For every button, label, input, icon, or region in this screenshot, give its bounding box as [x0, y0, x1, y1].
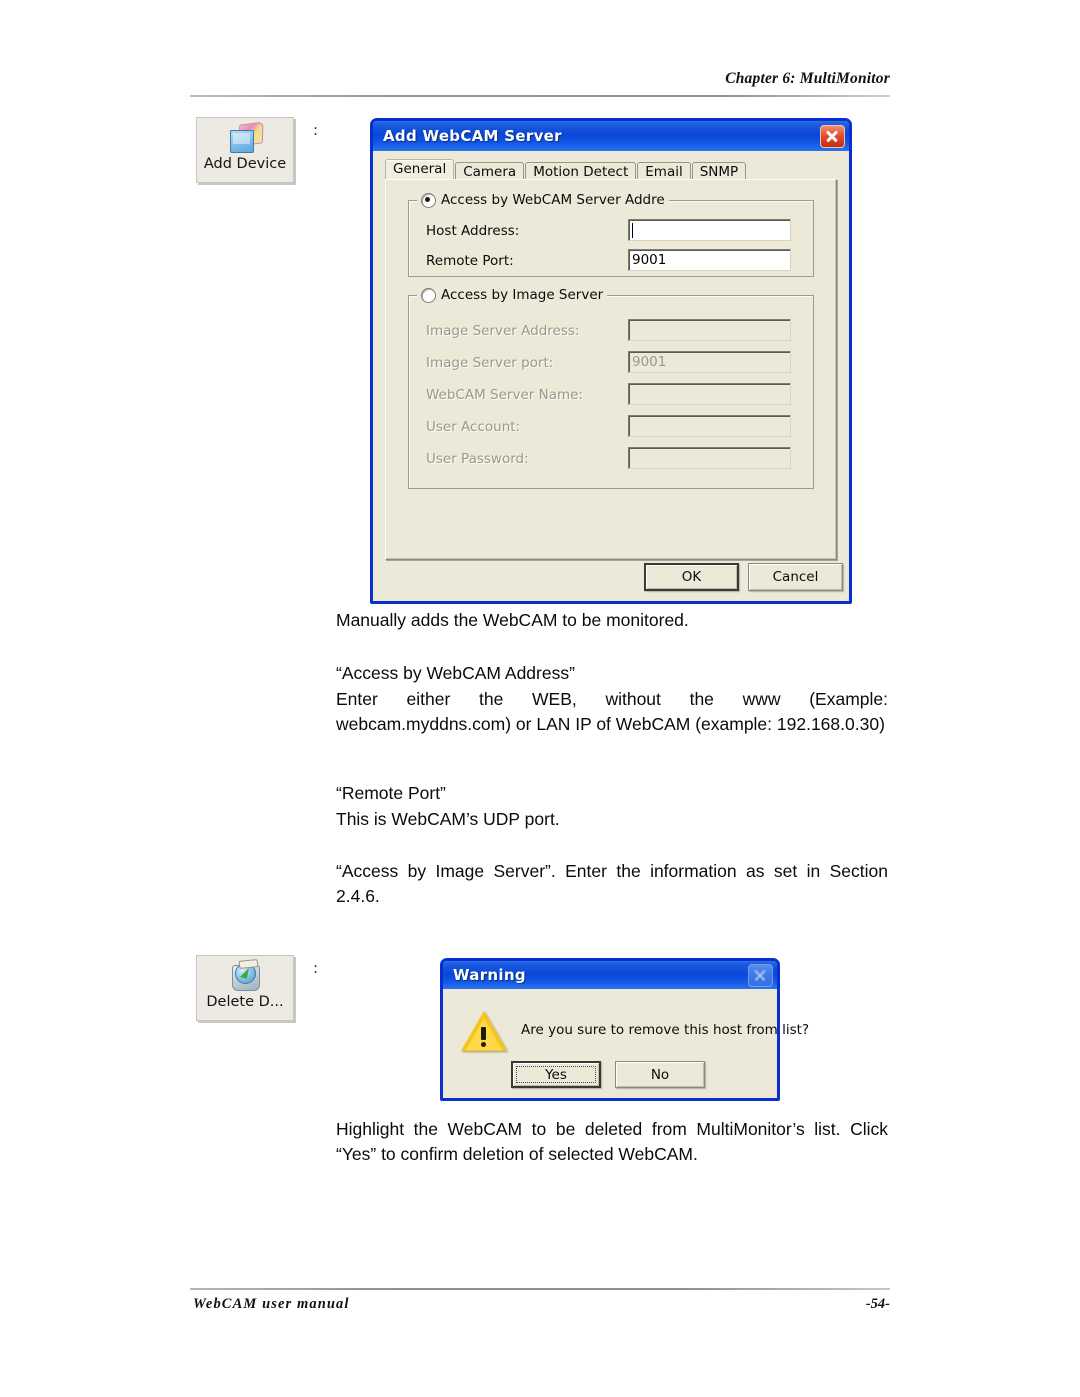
access-by-webcam-server-label: Access by WebCAM Server Addre — [441, 192, 665, 208]
paragraph-udp-port: This is WebCAM’s UDP port. — [336, 809, 560, 829]
add-dialog-title: Add WebCAM Server — [383, 127, 562, 145]
add-dialog-titlebar[interactable]: Add WebCAM Server — [373, 121, 849, 151]
paragraph-access-by-image-server: “Access by Image Server”. Enter the info… — [336, 861, 888, 906]
delete-device-button[interactable]: Delete D... — [196, 955, 294, 1021]
warning-dialog-titlebar[interactable]: Warning — [443, 961, 777, 989]
paragraph-highlight-webcam-delete: Highlight the WebCAM to be deleted from … — [336, 1119, 888, 1164]
access-by-image-server-label: Access by Image Server — [441, 287, 604, 303]
remote-port-label: Remote Port: — [426, 253, 514, 269]
warning-triangle-icon — [461, 1011, 507, 1053]
ok-button[interactable]: OK — [644, 563, 739, 591]
header-divider — [190, 95, 890, 97]
access-by-image-server-group: Access by Image Server Image Server Addr… — [408, 287, 814, 489]
image-server-port-input[interactable]: 9001 — [628, 351, 791, 373]
access-by-image-server-legend: Access by Image Server — [417, 287, 608, 303]
user-password-label: User Password: — [426, 451, 529, 467]
add-device-colon: : — [313, 121, 319, 139]
delete-device-colon: : — [313, 959, 319, 977]
radio-access-by-image-server[interactable] — [421, 287, 436, 303]
webcam-server-name-input[interactable] — [628, 383, 791, 405]
delete-device-label: Delete D... — [206, 994, 284, 1010]
user-account-input[interactable] — [628, 415, 791, 437]
yes-button[interactable]: Yes — [511, 1061, 601, 1088]
add-webcam-server-dialog[interactable]: Add WebCAM Server General Camera Motion … — [370, 118, 852, 604]
warning-message: Are you sure to remove this host from li… — [521, 1022, 810, 1038]
host-address-label: Host Address: — [426, 223, 520, 239]
webcam-server-name-label: WebCAM Server Name: — [426, 387, 583, 403]
paragraph-access-by-webcam-address-heading: “Access by WebCAM Address” — [336, 663, 575, 683]
warning-dialog-title: Warning — [453, 966, 526, 984]
access-by-webcam-server-group: Access by WebCAM Server Addre Host Addre… — [408, 192, 814, 277]
tab-general[interactable]: General — [385, 159, 455, 181]
delete-device-icon — [226, 959, 264, 993]
footer-divider — [190, 1288, 890, 1290]
close-icon — [748, 963, 773, 987]
image-server-address-label: Image Server Address: — [426, 323, 580, 339]
add-dialog-tabstrip: General Camera Motion Detect Email SNMP — [385, 159, 747, 181]
paragraph-remote-port-heading: “Remote Port” — [336, 783, 446, 803]
add-device-label: Add Device — [203, 156, 287, 172]
user-account-label: User Account: — [426, 419, 521, 435]
cancel-button[interactable]: Cancel — [748, 563, 843, 591]
paragraph-manually-adds: Manually adds the WebCAM to be monitored… — [336, 610, 689, 630]
remote-port-input[interactable]: 9001 — [628, 249, 791, 271]
page-header-chapter: Chapter 6: MultiMonitor — [725, 70, 890, 87]
general-tab-page: Access by WebCAM Server Addre Host Addre… — [385, 179, 837, 560]
text-caret — [632, 222, 633, 238]
add-device-button[interactable]: Add Device — [196, 117, 294, 183]
add-dialog-body: General Camera Motion Detect Email SNMP … — [373, 151, 849, 604]
host-address-input[interactable] — [628, 219, 791, 241]
warning-dialog[interactable]: Warning Are you sure to remove this host… — [440, 958, 809, 1101]
add-device-icon — [226, 121, 264, 155]
image-server-address-input[interactable] — [628, 319, 791, 341]
focus-ring — [516, 1066, 596, 1083]
paragraph-enter-web-or-lan-ip: Enter either the WEB, without the www (E… — [336, 689, 888, 734]
close-icon[interactable] — [820, 124, 845, 148]
user-password-input[interactable] — [628, 447, 791, 469]
radio-access-by-webcam-server[interactable] — [421, 192, 436, 208]
no-button[interactable]: No — [615, 1061, 705, 1088]
warning-dialog-body: Are you sure to remove this host from li… — [443, 989, 809, 1098]
access-by-webcam-server-legend: Access by WebCAM Server Addre — [417, 192, 669, 208]
image-server-port-label: Image Server port: — [426, 355, 554, 371]
footer-page-number: -54- — [865, 1296, 890, 1312]
